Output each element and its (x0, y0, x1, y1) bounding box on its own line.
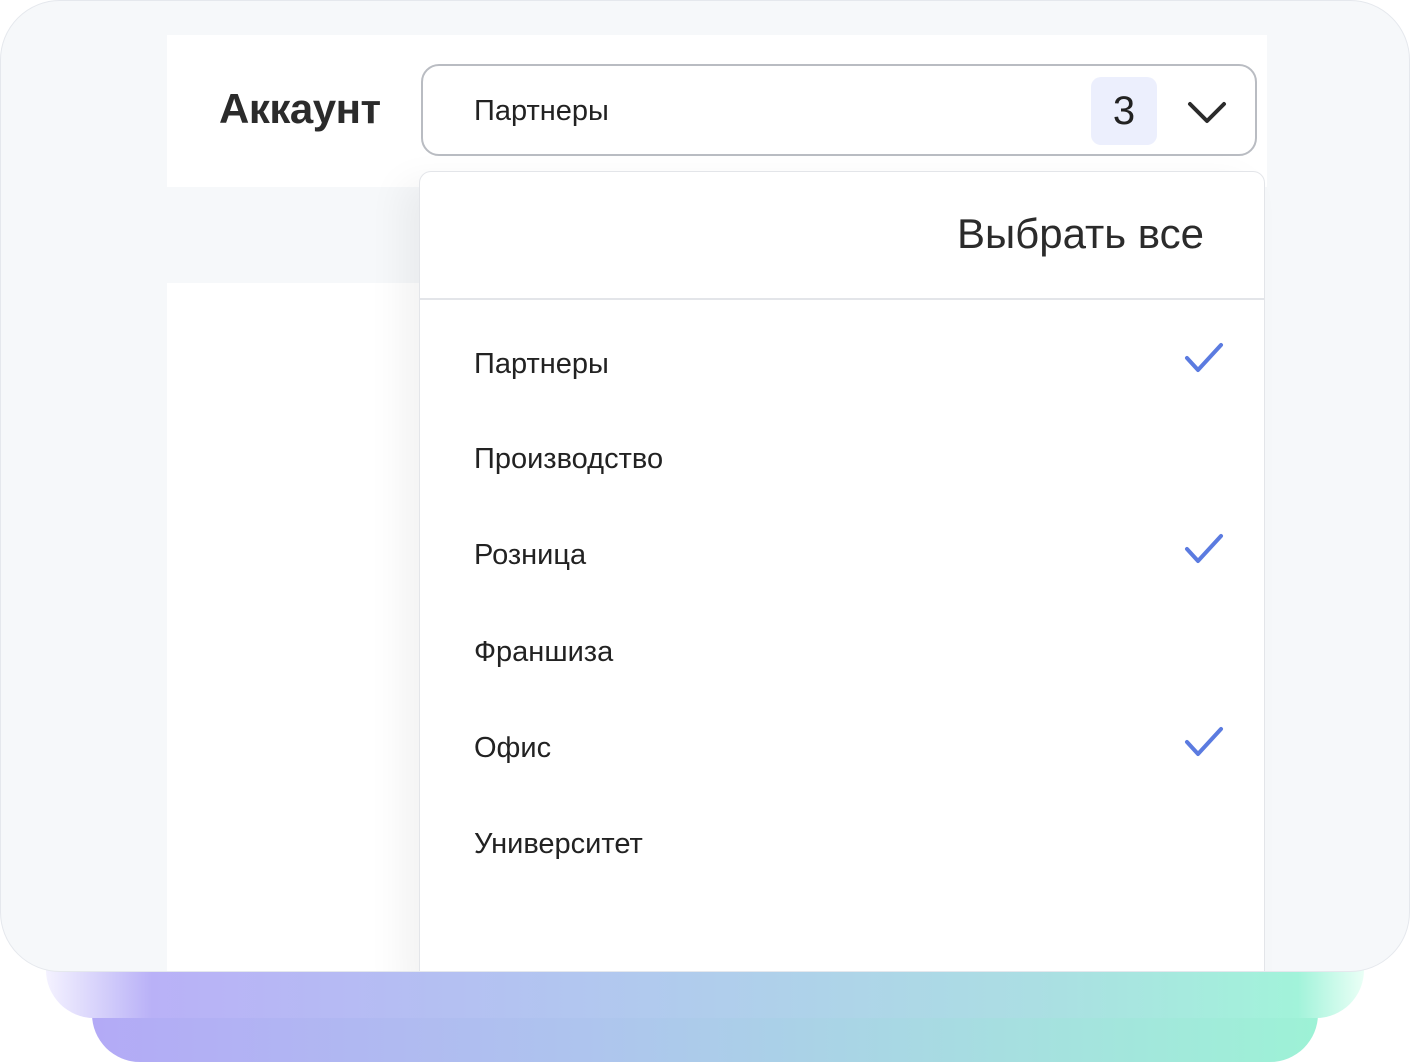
content-panel (167, 283, 427, 971)
divider (420, 298, 1264, 300)
account-select[interactable]: Партнеры 3 (421, 64, 1257, 156)
option-office[interactable]: Офис (420, 710, 1264, 790)
chevron-down-icon[interactable] (1185, 92, 1229, 132)
option-production[interactable]: Производство (420, 421, 1264, 501)
option-retail[interactable]: Розница (420, 517, 1264, 597)
option-label: Розница (474, 539, 587, 571)
dropdown-menu: Выбрать все Партнеры Производство Розниц… (419, 171, 1265, 971)
check-icon (1185, 727, 1223, 756)
option-franchise[interactable]: Франшиза (420, 614, 1264, 694)
select-value: Партнеры (474, 95, 609, 127)
option-label: Офис (474, 732, 552, 764)
option-label: Франшиза (474, 636, 614, 668)
check-icon (1185, 343, 1223, 372)
check-icon (1185, 534, 1223, 563)
option-label: Производство (474, 443, 664, 475)
option-label: Университет (474, 828, 643, 860)
window-card: Аккаунт Партнеры 3 Выбрать все Партнеры … (0, 0, 1410, 972)
option-university[interactable]: Университет (420, 806, 1264, 886)
selected-count-badge: 3 (1091, 77, 1157, 145)
option-label: Партнеры (474, 348, 609, 380)
select-all-button[interactable]: Выбрать все (957, 210, 1204, 258)
account-label: Аккаунт (219, 85, 381, 132)
option-partners[interactable]: Партнеры (420, 326, 1264, 406)
